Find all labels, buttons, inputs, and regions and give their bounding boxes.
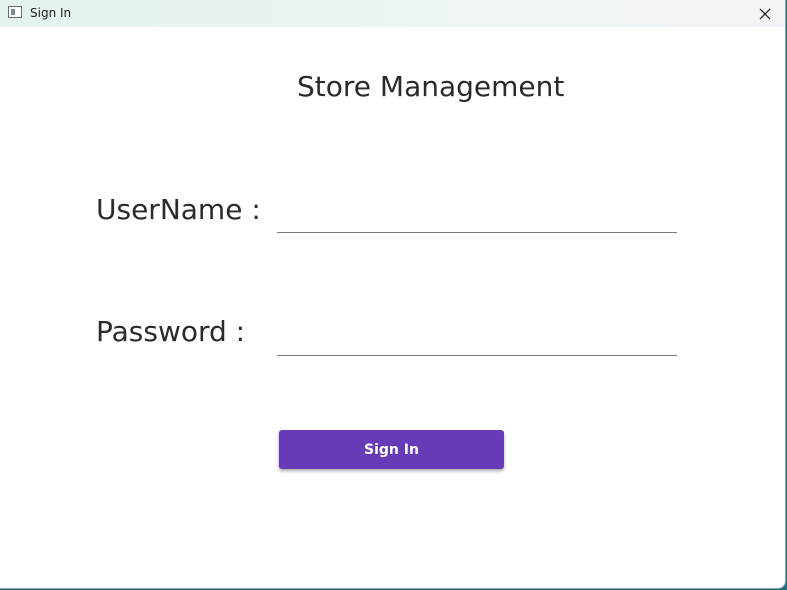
username-input[interactable] xyxy=(277,199,677,233)
page-title: Store Management xyxy=(297,70,565,103)
username-label: UserName : xyxy=(96,193,261,226)
app-window-icon xyxy=(8,6,22,18)
title-bar: Sign In xyxy=(0,0,785,27)
window-title: Sign In xyxy=(30,6,72,20)
sign-in-button[interactable]: Sign In xyxy=(279,430,504,469)
sign-in-window: Sign In Store Management UserName : Pass… xyxy=(0,0,786,589)
password-label: Password : xyxy=(96,315,246,348)
close-icon xyxy=(759,8,771,19)
close-button[interactable] xyxy=(745,0,785,27)
password-input[interactable] xyxy=(277,322,677,356)
